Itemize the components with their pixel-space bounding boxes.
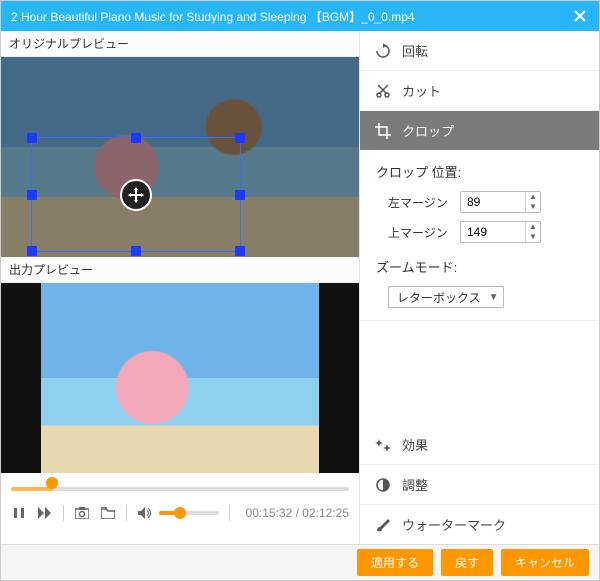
tab-label: ウォーターマーク [402,515,506,534]
left-margin-spinbox[interactable]: ▲ ▼ [460,191,541,213]
left-margin-input[interactable] [461,195,525,209]
separator [126,505,127,521]
rotate-icon [374,42,392,60]
pause-icon[interactable] [11,505,27,521]
time-display: 00:15:32 / 02:12:25 [246,506,349,520]
crop-handle-ml[interactable] [27,190,37,200]
window-title: 2 Hour Beautiful Piano Music for Studyin… [11,8,571,25]
close-icon[interactable] [571,7,589,25]
crop-handle-mr[interactable] [235,190,245,200]
top-margin-label: 上マージン [388,224,452,241]
spin-up-icon[interactable]: ▲ [526,222,540,232]
spin-down-icon[interactable]: ▼ [526,232,540,242]
spin-up-icon[interactable]: ▲ [526,192,540,202]
contrast-icon [374,476,392,494]
tab-label: 効果 [402,435,428,454]
crop-handle-tm[interactable] [131,133,141,143]
tab-watermark[interactable]: ウォーターマーク [360,505,599,544]
tab-effect[interactable]: 効果 [360,425,599,465]
titlebar: 2 Hour Beautiful Piano Music for Studyin… [1,1,599,31]
body: オリジナルプレビュー 出力プレビュー [1,31,599,544]
crop-handle-tl[interactable] [27,133,37,143]
zoom-mode-value: レターボックス [397,289,481,306]
chevron-down-icon: ▼ [489,292,499,303]
crop-handle-br[interactable] [235,246,245,256]
tab-label: 調整 [402,475,428,494]
seek-bar[interactable] [11,481,349,497]
volume-control [137,505,219,521]
player-controls: 00:15:32 / 02:12:25 [1,473,359,544]
apply-button[interactable]: 適用する [357,549,433,576]
separator [229,505,230,521]
revert-button[interactable]: 戻す [441,549,493,576]
time-total: 02:12:25 [302,506,349,520]
move-icon[interactable] [120,179,152,211]
zoom-mode-select[interactable]: レターボックス ▼ [388,286,504,308]
time-current: 00:15:32 [246,506,293,520]
footer: 適用する 戻す キャンセル [1,544,599,580]
tab-label: 回転 [402,41,428,60]
output-preview [1,283,359,473]
left-pane: オリジナルプレビュー 出力プレビュー [1,31,359,544]
volume-slider[interactable] [159,511,219,515]
tab-cut[interactable]: カット [360,71,599,111]
output-preview-label: 出力プレビュー [1,257,359,283]
zoom-mode-heading: ズームモード: [376,257,583,276]
original-preview-label: オリジナルプレビュー [1,31,359,57]
crop-position-heading: クロップ 位置: [376,162,583,181]
crop-panel: クロップ 位置: 左マージン ▲ ▼ 上マージン [360,150,599,321]
output-frame [41,283,319,473]
tab-adjust[interactable]: 調整 [360,465,599,505]
tab-label: クロップ [402,121,454,140]
brush-icon [374,516,392,534]
tab-crop[interactable]: クロップ [360,111,599,150]
top-margin-spinbox[interactable]: ▲ ▼ [460,221,541,243]
crop-handle-bm[interactable] [131,246,141,256]
top-margin-row: 上マージン ▲ ▼ [376,221,583,243]
crop-handle-tr[interactable] [235,133,245,143]
fast-forward-icon[interactable] [37,505,53,521]
tab-label: カット [402,81,441,100]
left-margin-label: 左マージン [388,194,452,211]
scissors-icon [374,82,392,100]
separator [63,505,64,521]
folder-icon[interactable] [100,505,116,521]
volume-icon[interactable] [137,505,153,521]
spin-down-icon[interactable]: ▼ [526,202,540,212]
crop-icon [374,122,392,140]
control-row: 00:15:32 / 02:12:25 [11,505,349,521]
top-margin-input[interactable] [461,225,525,239]
stars-icon [374,436,392,454]
snapshot-icon[interactable] [74,505,90,521]
right-pane: 回転 カット クロップ クロップ 位置: 左マージン [359,31,599,544]
original-preview[interactable] [1,57,359,257]
crop-handle-bl[interactable] [27,246,37,256]
left-margin-row: 左マージン ▲ ▼ [376,191,583,213]
seek-thumb[interactable] [46,477,58,489]
spacer [360,321,599,425]
video-edit-window: 2 Hour Beautiful Piano Music for Studyin… [0,0,600,581]
crop-rectangle[interactable] [31,137,241,252]
volume-thumb[interactable] [174,507,186,519]
tab-rotate[interactable]: 回転 [360,31,599,71]
cancel-button[interactable]: キャンセル [501,549,589,576]
